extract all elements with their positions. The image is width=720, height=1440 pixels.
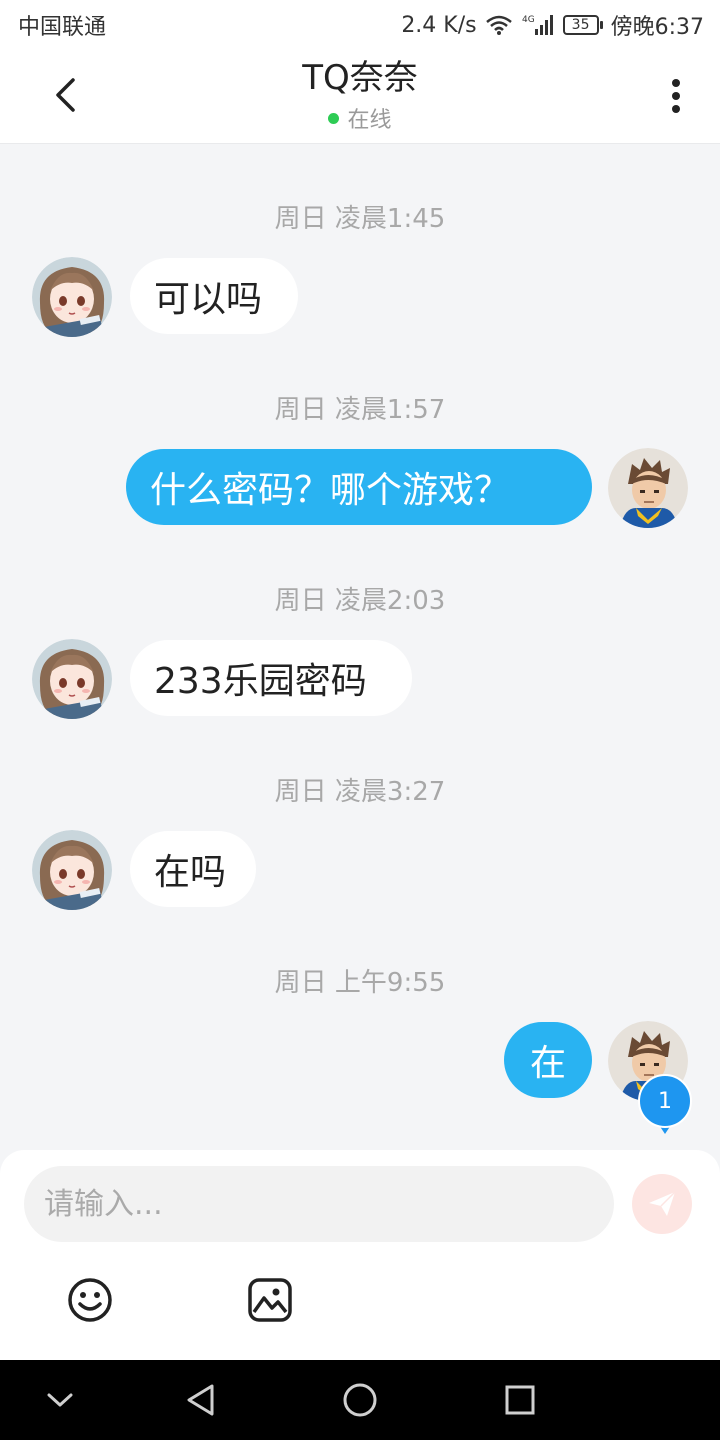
send-button[interactable] (632, 1174, 692, 1234)
online-status: 在线 (0, 102, 720, 134)
more-vertical-icon (672, 79, 680, 113)
contact-avatar[interactable] (32, 257, 112, 337)
message-timestamp: 周日 上午9:55 (274, 968, 446, 998)
wifi-icon (485, 14, 513, 36)
online-dot-icon (328, 112, 340, 124)
clock: 傍晚6:37 (610, 15, 704, 40)
send-icon (649, 1191, 676, 1216)
incoming-message-bubble[interactable]: 在吗 (130, 831, 256, 907)
incoming-message-bubble[interactable]: 可以吗 (130, 258, 298, 334)
nav-collapse-icon (47, 1393, 73, 1407)
message-timestamp: 周日 凌晨3:27 (274, 777, 446, 807)
title-block: TQ奈奈 在线 (0, 56, 720, 134)
battery-icon: 35 (562, 15, 603, 35)
message-timestamp: 周日 凌晨2:03 (274, 586, 446, 616)
net-speed: 2.4 K/s (401, 12, 477, 38)
outgoing-message-bubble[interactable]: 在 (504, 1022, 592, 1098)
contact-avatar[interactable] (32, 639, 112, 719)
status-indicators: 2.4 K/s 4G 35 傍晚6:37 (401, 9, 704, 41)
network-type-label: 4G (522, 15, 535, 25)
unread-count-badge[interactable]: 1 (638, 1074, 692, 1134)
message-composer (0, 1150, 720, 1360)
image-icon (248, 1278, 292, 1322)
message-timestamp: 周日 凌晨1:45 (274, 204, 446, 234)
nav-back-button[interactable] (178, 1378, 222, 1422)
emoji-button[interactable] (66, 1276, 114, 1324)
contact-avatar[interactable] (32, 830, 112, 910)
signal-icon: 4G (521, 13, 555, 37)
more-options-button[interactable] (658, 76, 694, 116)
online-status-label: 在线 (347, 108, 392, 133)
unread-count: 1 (638, 1074, 692, 1128)
nav-collapse-button[interactable] (38, 1378, 82, 1422)
battery-level: 35 (562, 15, 599, 35)
my-avatar[interactable] (608, 448, 688, 528)
nav-back-icon (187, 1384, 214, 1416)
emoji-icon (68, 1278, 112, 1322)
outgoing-message-bubble[interactable]: 什么密码？哪个游戏？ (126, 449, 592, 525)
message-input[interactable] (24, 1166, 614, 1242)
nav-recent-button[interactable] (498, 1378, 542, 1422)
nav-home-button[interactable] (338, 1378, 382, 1422)
carrier-label: 中国联通 (18, 15, 107, 40)
message-timestamp: 周日 凌晨1:57 (274, 395, 446, 425)
chat-message-list[interactable]: 周日 凌晨1:45 可以吗 周日 凌晨1:57 什么密码？哪个游戏？ 周日 凌晨… (0, 144, 720, 1150)
image-button[interactable] (246, 1276, 294, 1324)
incoming-message-bubble[interactable]: 233乐园密码 (130, 640, 412, 716)
page-title: TQ奈奈 (302, 58, 418, 98)
chat-header: TQ奈奈 在线 (0, 50, 720, 144)
status-bar: 中国联通 2.4 K/s 4G 35 傍晚6:37 (0, 0, 720, 50)
nav-home-icon (343, 1383, 377, 1417)
nav-recent-icon (505, 1385, 535, 1415)
system-nav-bar (0, 1360, 720, 1440)
